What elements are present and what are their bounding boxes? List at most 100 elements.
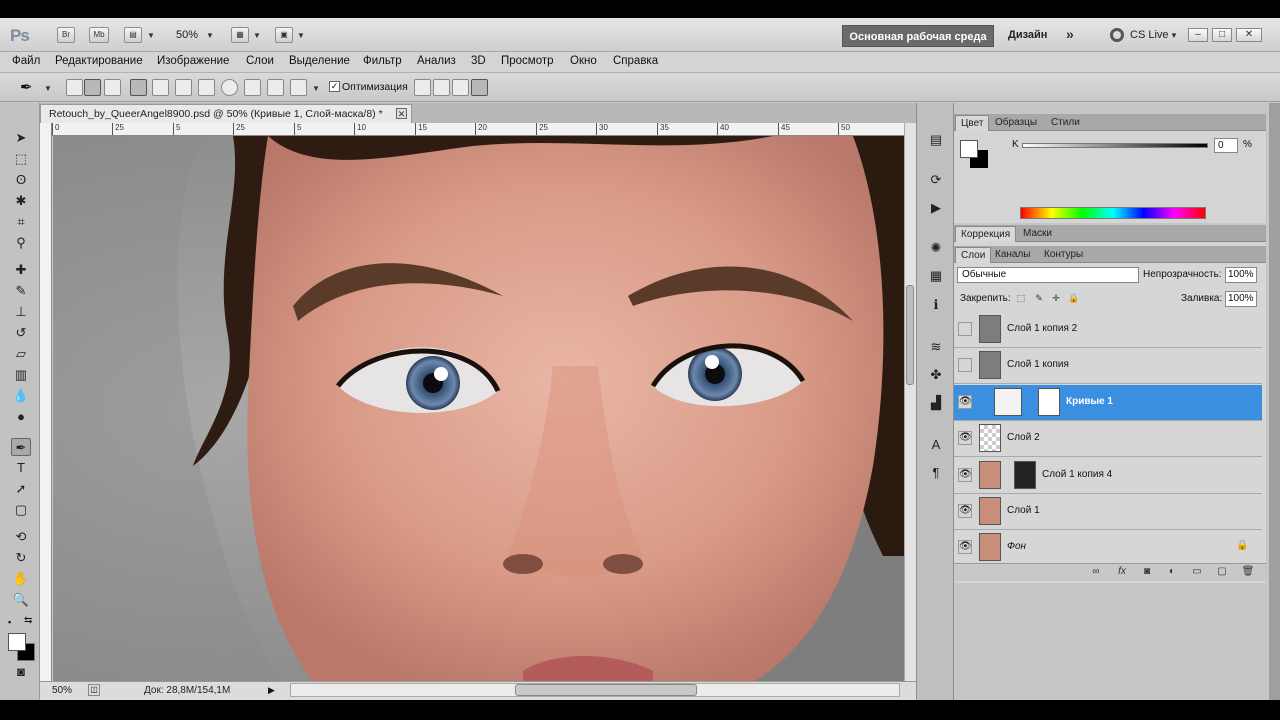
new-group-icon[interactable]: ▭	[1190, 565, 1204, 579]
hand-tool-icon[interactable]: ✋	[11, 570, 31, 588]
close-button[interactable]: ✕	[1236, 28, 1262, 42]
history-panel-icon[interactable]: ▤	[926, 131, 946, 149]
marquee-tool-icon[interactable]: ⬚	[11, 150, 31, 168]
type-tool-icon[interactable]: T	[11, 459, 31, 477]
actions-panel-icon[interactable]: ⟳	[926, 171, 946, 189]
layer-row[interactable]: ● Слой 1 копия	[954, 348, 1262, 384]
eye-icon[interactable]: 👁	[958, 504, 972, 518]
pen-icon[interactable]	[130, 79, 147, 96]
k-slider[interactable]	[1022, 143, 1208, 148]
tool-preset-dropdown-icon[interactable]: ▼	[44, 84, 52, 93]
zoom-dropdown-icon[interactable]: ▼	[206, 31, 214, 40]
tab-swatches[interactable]: Образцы	[990, 115, 1042, 131]
menu-3d[interactable]: 3D	[471, 55, 486, 67]
tab-adjustments[interactable]: Коррекция	[955, 226, 1017, 242]
eye-icon[interactable]: 👁	[958, 540, 972, 554]
status-menu-arrow-icon[interactable]: ▶	[268, 685, 275, 696]
menu-layers[interactable]: Слои	[246, 55, 274, 67]
tab-channels[interactable]: Каналы	[990, 247, 1036, 263]
path-selection-tool-icon[interactable]: ➚	[11, 480, 31, 498]
vertical-ruler[interactable]	[40, 123, 52, 681]
fill-pixels-icon[interactable]	[104, 79, 121, 96]
menu-filter[interactable]: Фильтр	[363, 55, 402, 67]
history-brush-tool-icon[interactable]: ↺	[11, 324, 31, 342]
tool-presets-panel-icon[interactable]: ▟	[926, 394, 946, 412]
document-canvas[interactable]	[53, 136, 904, 682]
view-extras-dropdown-icon[interactable]: ▼	[147, 31, 155, 40]
mini-bridge-button[interactable]: Mb	[89, 27, 109, 43]
layer-row[interactable]: 👁 Фон 🔒	[954, 530, 1262, 566]
minimize-button[interactable]: –	[1188, 28, 1208, 42]
layer-row[interactable]: ● Слой 1 копия 2	[954, 312, 1262, 348]
vertical-scroll-thumb[interactable]	[906, 285, 914, 385]
cs-live-icon[interactable]	[1110, 28, 1124, 42]
zoom-tool-icon[interactable]: 🔍	[11, 591, 31, 609]
new-layer-icon[interactable]: ▢	[1215, 565, 1229, 579]
tab-paths[interactable]: Контуры	[1039, 247, 1088, 263]
vertical-scrollbar[interactable]	[904, 123, 916, 681]
horizontal-scroll-thumb[interactable]	[515, 684, 697, 696]
subtract-path-icon[interactable]	[433, 79, 450, 96]
quick-mask-icon[interactable]: ◙	[11, 663, 31, 681]
link-layers-icon[interactable]: ∞	[1089, 565, 1103, 579]
paragraph-panel-icon[interactable]: ¶	[926, 464, 946, 482]
character-panel-icon[interactable]: A	[926, 436, 946, 454]
tab-color[interactable]: Цвет	[955, 115, 990, 131]
layer-mask-thumbnail[interactable]	[1014, 461, 1036, 489]
rectangle-icon[interactable]	[175, 79, 192, 96]
panel-scrollbar[interactable]	[1269, 103, 1280, 700]
workspace-essentials-button[interactable]: Основная рабочая среда	[842, 25, 994, 47]
intersect-path-icon[interactable]	[452, 79, 469, 96]
lock-pixels-icon[interactable]: ✎	[1034, 293, 1044, 303]
line-icon[interactable]	[267, 79, 284, 96]
screen-mode-dropdown-icon[interactable]: ▼	[297, 31, 305, 40]
crop-tool-icon[interactable]: ⌗	[11, 213, 31, 231]
layer-mask-thumbnail[interactable]	[1038, 388, 1060, 416]
auto-add-delete-checkbox[interactable]: ✓	[329, 81, 340, 92]
dodge-tool-icon[interactable]: ●	[11, 408, 31, 426]
color-panel-foreground[interactable]	[960, 140, 978, 158]
opacity-input[interactable]: 100%	[1225, 267, 1257, 283]
layer-row[interactable]: 👁 Слой 1 копия 4	[954, 458, 1262, 494]
layer-row-active[interactable]: 👁 Кривые 1	[954, 385, 1262, 421]
fill-input[interactable]: 100%	[1225, 291, 1257, 307]
screen-mode-button[interactable]: ▣	[275, 27, 293, 43]
eye-icon[interactable]: 👁	[958, 431, 972, 445]
pen-tool-preset-icon[interactable]: ✒	[20, 78, 33, 96]
foreground-color-swatch[interactable]	[8, 633, 26, 651]
lock-all-icon[interactable]: 🔒	[1068, 293, 1079, 303]
add-to-path-icon[interactable]	[414, 79, 431, 96]
shape-tool-icon[interactable]: ▢	[11, 501, 31, 519]
tab-layers[interactable]: Слои	[955, 247, 992, 263]
horizontal-ruler[interactable]: 0 25 5 25 5 10 15 20 25 30 35 40 45 50	[52, 123, 904, 136]
layer-style-icon[interactable]: fx	[1115, 565, 1129, 579]
zoom-level[interactable]: 50%	[176, 29, 198, 41]
clone-source-panel-icon[interactable]: ✤	[926, 366, 946, 384]
status-icon[interactable]: ◫	[88, 684, 100, 696]
brush-tool-icon[interactable]: ✎	[11, 282, 31, 300]
add-mask-icon[interactable]: ◙	[1140, 565, 1154, 579]
cs-live-dropdown-icon[interactable]: ▼	[1170, 31, 1178, 40]
eye-icon[interactable]: 👁	[958, 395, 972, 409]
more-workspaces-icon[interactable]: »	[1066, 26, 1074, 42]
histogram-panel-icon[interactable]: ▦	[926, 267, 946, 285]
delete-layer-icon[interactable]: 🗑	[1241, 565, 1255, 579]
tab-masks[interactable]: Маски	[1018, 226, 1057, 242]
menu-view[interactable]: Просмотр	[501, 55, 554, 67]
ellipse-icon[interactable]	[221, 79, 238, 96]
3d-orbit-tool-icon[interactable]: ↻	[11, 549, 31, 567]
menu-select[interactable]: Выделение	[289, 55, 350, 67]
play-panel-icon[interactable]: ▶	[926, 199, 946, 217]
bridge-button[interactable]: Br	[57, 27, 75, 43]
layer-row[interactable]: 👁 Слой 1	[954, 494, 1262, 530]
blur-tool-icon[interactable]: 💧	[11, 387, 31, 405]
swap-colors-icon[interactable]: ⇆	[24, 615, 32, 626]
menu-analysis[interactable]: Анализ	[417, 55, 456, 67]
new-adjustment-icon[interactable]: ◐	[1165, 565, 1179, 579]
quick-select-tool-icon[interactable]: ✱	[11, 192, 31, 210]
menu-edit[interactable]: Редактирование	[55, 55, 143, 67]
polygon-icon[interactable]	[244, 79, 261, 96]
default-colors-icon[interactable]: ▪	[8, 617, 11, 627]
view-extras-button[interactable]: ▤	[124, 27, 142, 43]
menu-image[interactable]: Изображение	[157, 55, 229, 67]
